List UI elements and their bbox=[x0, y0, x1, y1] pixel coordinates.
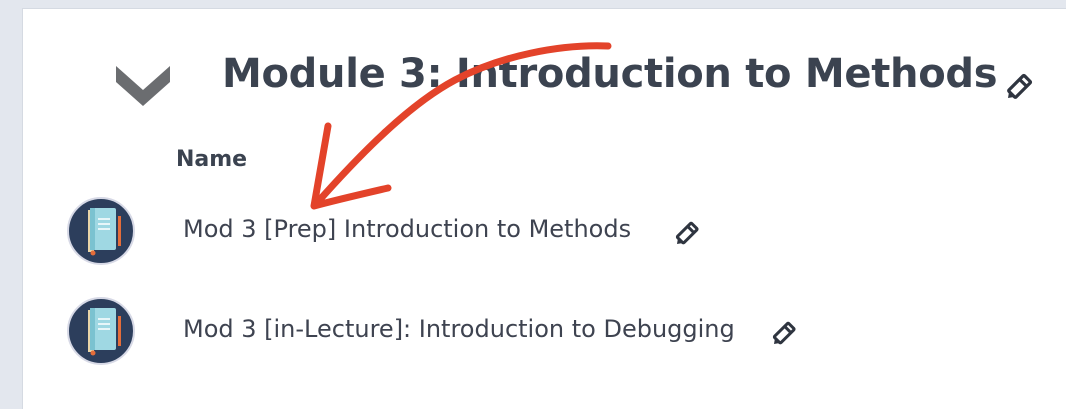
list-item[interactable]: Mod 3 [Prep] Introduction to Methods bbox=[0, 196, 1066, 266]
edit-module-button[interactable] bbox=[1004, 68, 1038, 102]
edit-item-button[interactable] bbox=[674, 217, 704, 247]
pencil-icon bbox=[675, 221, 699, 245]
collapse-toggle-button[interactable] bbox=[112, 60, 174, 108]
module-title: Module 3: Introduction to Methods bbox=[222, 51, 998, 97]
list-item[interactable]: Mod 3 [in-Lecture]: Introduction to Debu… bbox=[0, 296, 1066, 366]
book-icon bbox=[66, 196, 136, 266]
book-icon bbox=[66, 296, 136, 366]
chevron-down-icon bbox=[116, 66, 170, 106]
item-title[interactable]: Mod 3 [Prep] Introduction to Methods bbox=[183, 215, 631, 243]
edit-item-button[interactable] bbox=[771, 317, 801, 347]
pencil-icon bbox=[772, 321, 796, 345]
item-title[interactable]: Mod 3 [in-Lecture]: Introduction to Debu… bbox=[183, 315, 735, 343]
column-header-name: Name bbox=[176, 147, 248, 172]
pencil-icon bbox=[1007, 73, 1033, 99]
